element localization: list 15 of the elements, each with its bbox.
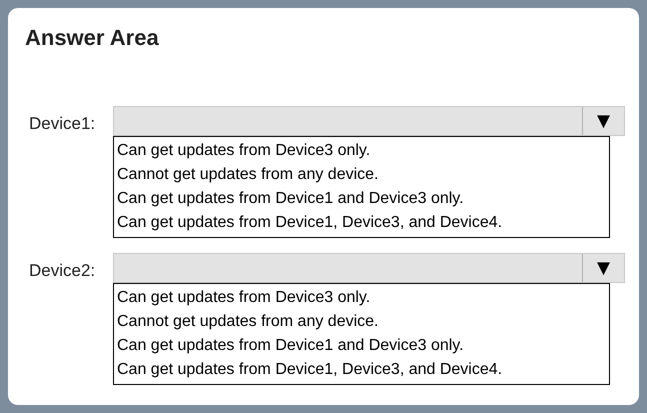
dropdown-option[interactable]: Can get updates from Device3 only.: [117, 286, 606, 310]
dropdown-option[interactable]: Can get updates from Device1 and Device3 only.: [117, 187, 606, 211]
device-label: Device1:: [28, 113, 96, 135]
dropdown-option[interactable]: Can get updates from Device1 and Device3 only.: [117, 334, 606, 358]
dropdown[interactable]: ▼: [113, 106, 625, 136]
dropdown[interactable]: ▼: [113, 253, 625, 283]
answer-area-title: Answer Area: [25, 24, 159, 52]
dropdown-option[interactable]: Can get updates from Device1, Device3, and Device4.: [117, 211, 606, 235]
dropdown-arrow-button[interactable]: ▼: [582, 254, 624, 282]
dropdown-option[interactable]: Cannot get updates from any device.: [117, 163, 606, 187]
device-label: Device2:: [28, 260, 96, 282]
dropdown-arrow-button[interactable]: ▼: [582, 107, 624, 135]
dropdown-option[interactable]: Cannot get updates from any device.: [117, 310, 606, 334]
dropdown-option[interactable]: Can get updates from Device3 only.: [117, 139, 606, 163]
dropdown-option[interactable]: Can get updates from Device1, Device3, and Device4.: [117, 358, 606, 382]
